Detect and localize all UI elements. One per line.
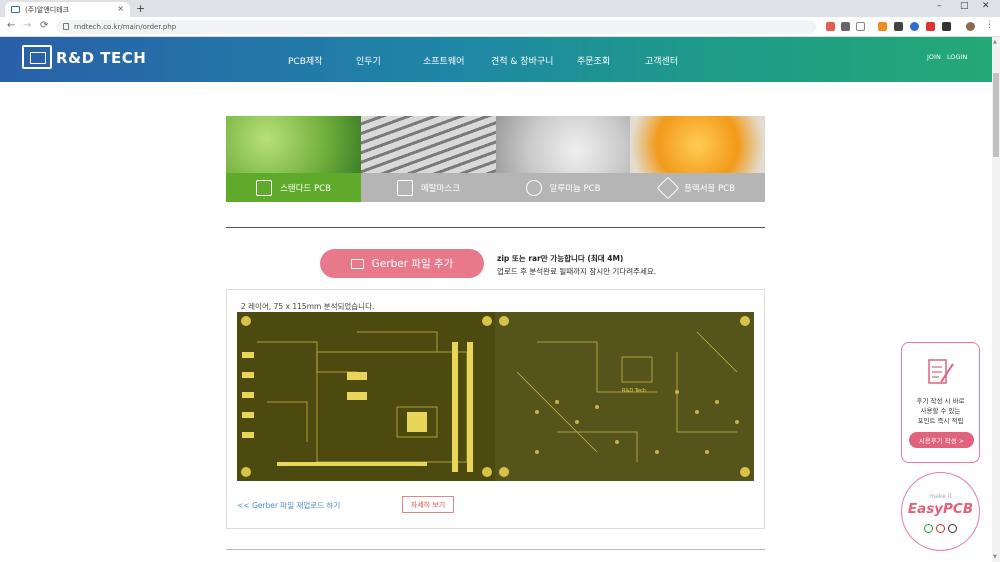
favicon-icon [11,6,20,13]
category-metal-mask[interactable]: 메탈마스크 [361,116,496,202]
logo-text[interactable]: R&D TECH [56,49,146,67]
review-widget[interactable]: 후기 작성 시 바로 사용할 수 있는 포인트 즉시 적립 시용후기 작성 > [901,342,980,463]
category-label: 알루미늄 PCB [549,183,601,194]
pcb-icon [256,179,273,196]
category-standard-pcb[interactable]: 스탠다드 PCB [226,116,361,202]
profile-avatar[interactable] [966,22,975,31]
tab-title: (주)알앤디테크 [25,6,70,14]
category-label-box: 플렉서블 PCB [630,173,765,202]
minimize-button[interactable]: – [937,1,942,11]
review-write-button[interactable]: 시용후기 작성 > [909,432,974,448]
reload-button[interactable]: ⟳ [40,20,48,31]
easypcb-badge[interactable]: make it EasyPCB [901,472,980,551]
nav-order-lookup[interactable]: 주문조회 [577,54,610,67]
upload-hint-title: zip 또는 rar만 가능합니다 (최대 4M) [497,254,624,263]
section-divider [226,227,765,228]
browser-menu-icon[interactable]: ⋮ [985,20,994,30]
nav-soldering[interactable]: 인두기 [356,54,381,67]
extension-icon[interactable] [926,22,935,31]
back-button[interactable]: ← [7,20,15,31]
lock-icon [63,23,69,30]
gerber-add-label: Gerber 파일 추가 [371,258,454,270]
review-line: 포인트 즉시 적립 [917,417,964,425]
login-link[interactable]: LOGIN [947,53,967,61]
review-line: 후기 작성 시 바로 [916,397,965,405]
forward-button[interactable]: → [23,20,31,31]
join-link[interactable]: JOIN [927,53,941,61]
scroll-up-icon[interactable]: ▲ [993,39,997,45]
extension-icon[interactable] [878,22,887,31]
scroll-down-icon[interactable]: ▼ [993,554,997,560]
address-bar-row: ← → ⟳ rndtech.co.kr/main/order.php ⋮ [0,17,1000,37]
gerber-reupload-link[interactable]: << Gerber 파일 재업로드 하기 [237,500,340,511]
standard-pcb-image [226,116,361,173]
maximize-button[interactable]: □ [960,1,969,11]
category-flexible-pcb[interactable]: 플렉서블 PCB [630,116,765,202]
flexible-pcb-image [630,116,765,173]
cert-icon [924,524,933,533]
nav-quote-cart[interactable]: 견적 & 장바구니 [491,54,553,67]
nav-software[interactable]: 소프트웨어 [423,54,464,67]
cert-icon [948,524,957,533]
gerber-add-button[interactable]: Gerber 파일 추가 [320,249,484,278]
pcb-preview-image: R&D Tech [237,312,754,481]
easypcb-title: EasyPCB [907,501,974,517]
review-widget-text: 후기 작성 시 바로 사용할 수 있는 포인트 즉시 적립 [902,396,979,426]
section-divider [226,549,765,550]
browser-tab[interactable]: (주)알앤디테크 × [5,2,130,17]
upload-hint-desc: 업로드 후 분석완료 될때까지 잠시만 기다려주세요. [497,267,657,276]
address-field[interactable]: rndtech.co.kr/main/order.php [56,20,816,34]
extension-icon[interactable] [942,22,951,31]
category-label: 스탠다드 PCB [280,183,331,194]
aluminum-pcb-image [496,116,630,173]
category-label-box: 스탠다드 PCB [226,173,361,202]
review-line: 사용할 수 있는 [920,407,961,415]
board-label: R&D Tech [622,388,646,394]
window-close-button[interactable]: ✕ [982,1,990,11]
category-label-box: 메탈마스크 [361,173,496,202]
easypcb-sub: make it [929,493,952,500]
url-text: rndtech.co.kr/main/order.php [74,23,177,31]
extension-icon[interactable] [826,22,835,31]
cert-icon [936,524,945,533]
aluminum-icon [525,179,542,196]
detail-view-button[interactable]: 자세히 보기 [402,496,454,513]
logo-icon[interactable] [22,45,52,69]
category-label-box: 알루미늄 PCB [496,173,630,202]
category-label: 메탈마스크 [420,183,461,194]
category-label: 플렉서블 PCB [684,183,735,194]
certification-icons [924,524,960,534]
metal-mask-image [361,116,496,173]
book-icon [350,258,364,269]
nav-pcb[interactable]: PCB제작 [288,54,322,67]
site-header: R&D TECH PCB제작 인두기 소프트웨어 견적 & 장바구니 주문조회 … [0,37,992,82]
browser-tab-bar: (주)알앤디테크 × + – □ ✕ [0,0,1000,17]
extension-icon[interactable] [910,22,919,31]
flexible-icon [656,176,680,199]
page-scrollbar[interactable]: ▲ ▼ [992,37,1000,562]
star-icon[interactable] [856,22,865,31]
nav-support[interactable]: 고객센터 [645,54,678,67]
category-aluminum-pcb[interactable]: 알루미늄 PCB [496,116,630,202]
notepad-pen-icon [928,359,954,384]
scroll-thumb[interactable] [993,73,999,157]
extension-icon[interactable] [894,22,903,31]
new-tab-button[interactable]: + [136,2,145,15]
key-icon[interactable] [841,22,850,31]
tab-close-icon[interactable]: × [117,4,124,13]
metal-mask-icon [396,179,413,196]
analysis-text: 2 레이어, 75 x 115mm 분석되었습니다. [241,302,375,311]
